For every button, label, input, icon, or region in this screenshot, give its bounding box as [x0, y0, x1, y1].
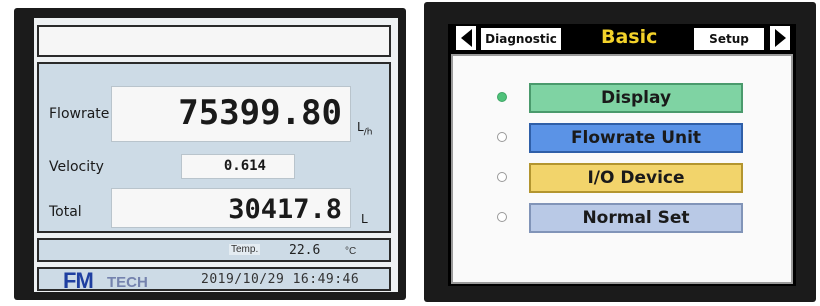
flowrate-unit-button[interactable]: Flowrate Unit	[529, 123, 743, 153]
velocity-value: 0.614	[223, 158, 266, 174]
normal-set-button[interactable]: Normal Set	[529, 203, 743, 233]
radio-normal-set[interactable]	[497, 212, 507, 222]
brand-bar: FM TECH 2019/10/29 16:49:46	[37, 267, 391, 293]
status-bar-top	[37, 25, 391, 57]
menu-screen: Diagnostic Basic Setup Display Flowrate …	[448, 24, 796, 286]
io-device-button[interactable]: I/O Device	[529, 163, 743, 193]
tab-setup[interactable]: Setup	[694, 28, 764, 50]
velocity-display: 0.614	[181, 154, 295, 179]
tab-diagnostic[interactable]: Diagnostic	[481, 28, 561, 50]
measurement-panel: Flowrate 75399.80 L/h Velocity 0.614 Tot…	[37, 62, 391, 233]
display-button[interactable]: Display	[529, 83, 743, 113]
total-unit: L	[361, 212, 368, 226]
menu-device: Diagnostic Basic Setup Display Flowrate …	[424, 2, 816, 302]
menu-list: Display Flowrate Unit I/O Device Normal …	[451, 54, 793, 284]
temperature-bar: Temp. 22.6 °C	[37, 238, 391, 262]
triangle-right-icon	[774, 29, 786, 47]
flowrate-value: 75399.80	[178, 93, 342, 133]
radio-io-device[interactable]	[497, 172, 507, 182]
flowrate-display: 75399.80	[111, 86, 351, 142]
temp-unit: °C	[345, 246, 357, 257]
triangle-left-icon	[460, 29, 472, 47]
radio-flowrate-unit[interactable]	[497, 132, 507, 142]
temp-value: 22.6	[289, 243, 321, 258]
next-tab-arrow[interactable]	[770, 26, 790, 50]
flowmeter-screen: Flowrate 75399.80 L/h Velocity 0.614 Tot…	[34, 18, 398, 293]
flowrate-label: Flowrate	[49, 106, 110, 122]
temp-label: Temp.	[229, 244, 261, 255]
total-label: Total	[49, 204, 82, 220]
total-display: 30417.8	[111, 188, 351, 228]
flowmeter-device: Flowrate 75399.80 L/h Velocity 0.614 Tot…	[14, 8, 406, 300]
radio-display[interactable]	[497, 92, 507, 102]
brand-logo-tech: TECH	[107, 274, 148, 291]
velocity-label: Velocity	[49, 159, 104, 175]
tab-basic[interactable]: Basic	[601, 26, 657, 48]
flowrate-unit: L/h	[357, 120, 373, 138]
brand-logo-fm: FM	[63, 268, 94, 293]
prev-tab-arrow[interactable]	[456, 26, 476, 50]
total-value: 30417.8	[228, 194, 342, 225]
datetime-display: 2019/10/29 16:49:46	[201, 272, 360, 287]
